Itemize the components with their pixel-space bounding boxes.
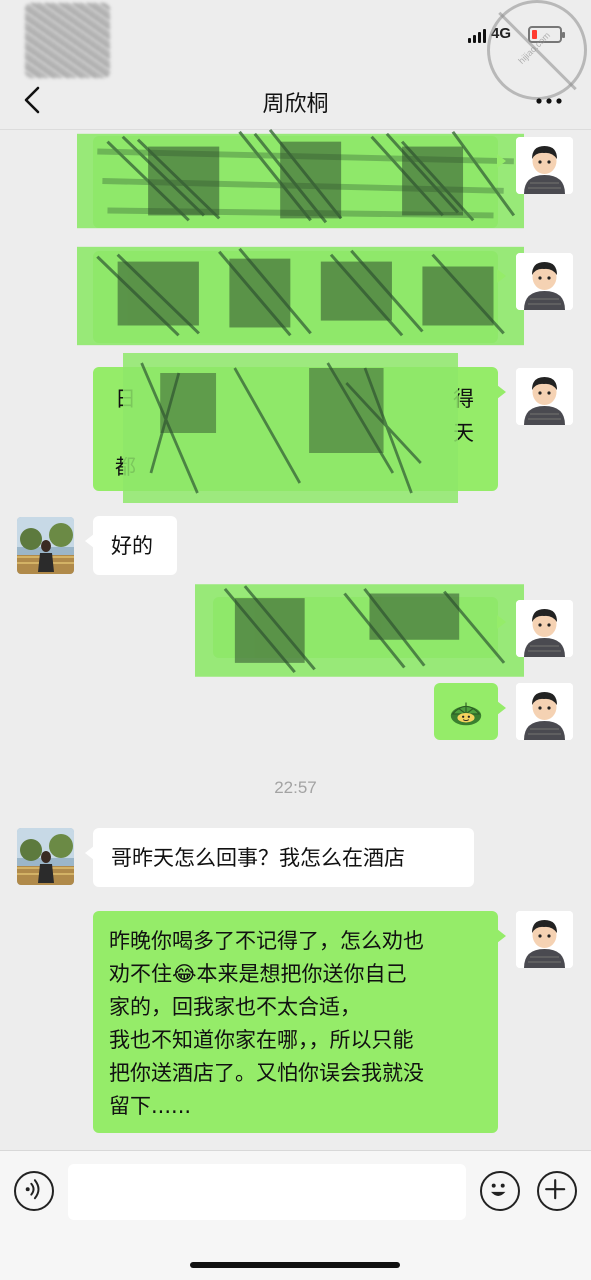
- redaction-scribble: [195, 575, 524, 686]
- avatar-self[interactable]: [516, 600, 573, 657]
- emoji-button[interactable]: [480, 1171, 520, 1211]
- redaction-scribble: [77, 237, 524, 355]
- contact-photo-avatar-icon: [17, 517, 74, 574]
- plus-icon: [545, 1179, 566, 1200]
- redaction-scribble: [123, 353, 458, 503]
- smiley-icon: [491, 1183, 506, 1196]
- message-line: 我也不知道你家在哪，，所以只能: [109, 1028, 414, 1052]
- message-timestamp: 22:57: [274, 778, 317, 797]
- message-bubble-emoji[interactable]: [434, 683, 506, 740]
- more-actions-button[interactable]: [537, 1171, 577, 1211]
- voice-icon: [25, 1179, 40, 1200]
- avatar-self[interactable]: [516, 253, 573, 310]
- cartoon-boy-avatar-icon: [516, 137, 573, 194]
- message-line: 留下......: [109, 1094, 192, 1118]
- message-bubble[interactable]: 哥昨天怎么回事？我怎么在酒店: [85, 828, 474, 887]
- cartoon-boy-avatar-icon: [516, 368, 573, 425]
- avatar-self[interactable]: [516, 368, 573, 425]
- message-line: 昨晚你喝多了不记得了，怎么劝也: [109, 929, 424, 953]
- voice-button[interactable]: [14, 1171, 54, 1211]
- input-bar: [0, 1150, 591, 1280]
- message-bubble-redacted[interactable]: 日 得 天 都: [93, 353, 506, 503]
- partial-char: 都: [115, 455, 136, 479]
- message-list[interactable]: 日 得 天 都 好的 22:57 哥昨天怎么回事？我怎么在酒店 昨晚你喝多了不记…: [0, 0, 591, 1150]
- avatar-self[interactable]: [516, 911, 573, 968]
- message-line: 劝不住😂本来是想把你送你自己: [109, 962, 407, 986]
- cartoon-boy-avatar-icon: [516, 253, 573, 310]
- avatar-self[interactable]: [516, 683, 573, 740]
- redaction-scribble: [77, 122, 524, 240]
- message-input[interactable]: [68, 1164, 466, 1220]
- message-bubble[interactable]: 好的: [85, 516, 177, 575]
- turtle-sticker-icon: [450, 702, 482, 726]
- message-bubble-redacted[interactable]: [77, 246, 524, 346]
- message-text: 好的: [111, 534, 153, 558]
- message-line: 把你送酒店了。又怕你误会我就没: [109, 1061, 424, 1085]
- avatar-contact[interactable]: [17, 828, 74, 885]
- partial-char: 日: [115, 387, 136, 411]
- cartoon-boy-avatar-icon: [516, 683, 573, 740]
- avatar-self[interactable]: [516, 137, 573, 194]
- avatar-contact[interactable]: [17, 517, 74, 574]
- contact-photo-avatar-icon: [17, 828, 74, 885]
- message-text: 哥昨天怎么回事？我怎么在酒店: [111, 846, 405, 870]
- message-bubble[interactable]: 昨晚你喝多了不记得了，怎么劝也 劝不住😂本来是想把你送你自己 家的，回我家也不太…: [93, 911, 506, 1133]
- partial-char: 天: [453, 421, 474, 445]
- home-indicator: [190, 1262, 400, 1268]
- message-line: 家的，回我家也不太合适，: [109, 995, 361, 1019]
- partial-char: 得: [453, 387, 474, 411]
- message-bubble-redacted[interactable]: [195, 584, 524, 677]
- message-bubble-redacted[interactable]: [77, 128, 524, 229]
- cartoon-boy-avatar-icon: [516, 911, 573, 968]
- cartoon-boy-avatar-icon: [516, 600, 573, 657]
